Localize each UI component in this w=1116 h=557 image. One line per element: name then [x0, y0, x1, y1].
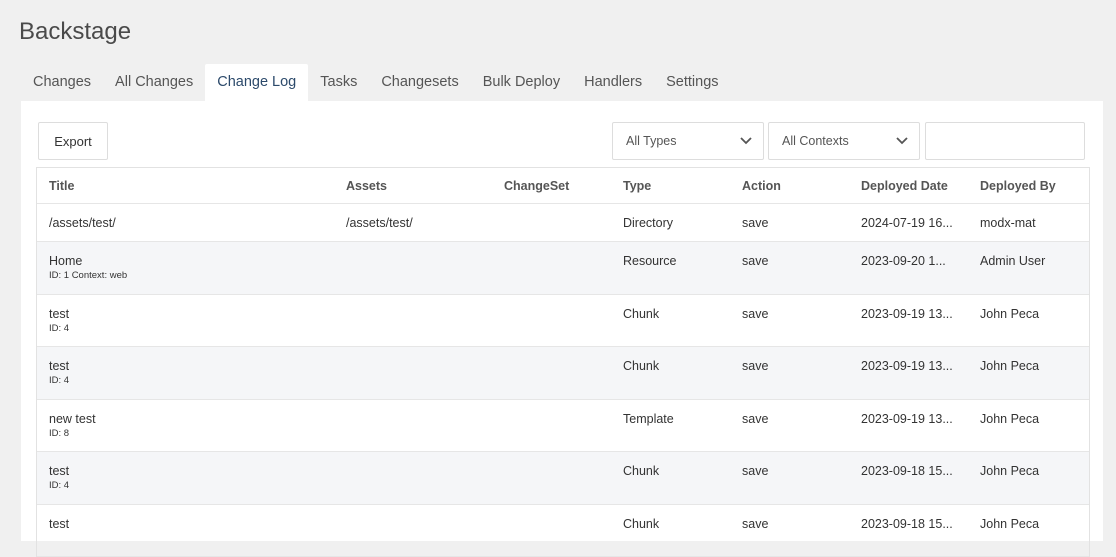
table-row[interactable]: testID: 4 Chunk save 2023-09-19 13... Jo… [37, 295, 1089, 348]
row-action: save [742, 295, 852, 322]
column-header-title[interactable]: Title [49, 168, 329, 204]
row-type: Resource [623, 242, 733, 269]
row-subtitle: ID: 1 Context: web [49, 269, 329, 283]
row-deployed-date: 2023-09-19 13... [861, 295, 956, 322]
row-subtitle: ID: 4 [49, 479, 329, 493]
row-type: Template [623, 400, 733, 427]
table-row[interactable]: testID: 4 Chunk save 2023-09-19 13... Jo… [37, 347, 1089, 400]
row-action: save [742, 505, 852, 532]
row-changeset [504, 400, 614, 411]
row-deployed-by: John Peca [980, 452, 1085, 479]
row-deployed-date: 2023-09-19 13... [861, 347, 956, 374]
row-action: save [742, 400, 852, 427]
row-changeset [504, 347, 614, 358]
row-deployed-by: Admin User [980, 242, 1085, 269]
row-changeset [504, 452, 614, 463]
tab-change-log[interactable]: Change Log [205, 64, 308, 101]
tab-bulk-deploy[interactable]: Bulk Deploy [471, 64, 572, 101]
table-row[interactable]: test Chunk save 2023-09-18 15... John Pe… [37, 505, 1089, 557]
tab-handlers[interactable]: Handlers [572, 64, 654, 101]
table-header: Title Assets ChangeSet Type Action Deplo… [37, 168, 1089, 204]
row-title: test [49, 505, 329, 532]
row-deployed-date: 2023-09-18 15... [861, 452, 956, 479]
search-input[interactable] [925, 122, 1085, 160]
tab-changes[interactable]: Changes [21, 64, 103, 101]
table-row[interactable]: new testID: 8 Template save 2023-09-19 1… [37, 400, 1089, 453]
row-changeset [504, 295, 614, 306]
row-title: /assets/test/ [49, 204, 329, 242]
row-subtitle: ID: 8 [49, 427, 329, 441]
row-subtitle: ID: 4 [49, 374, 329, 388]
tab-bar: Changes All Changes Change Log Tasks Cha… [21, 64, 731, 101]
row-title: testID: 4 [49, 452, 329, 493]
column-header-deployed-date[interactable]: Deployed Date [861, 168, 956, 204]
row-deployed-by: John Peca [980, 505, 1085, 532]
row-type: Directory [623, 204, 733, 242]
row-deployed-date: 2023-09-19 13... [861, 400, 956, 427]
row-deployed-by: modx-mat [980, 204, 1085, 242]
chevron-down-icon [739, 136, 753, 146]
row-assets [346, 400, 496, 411]
column-header-assets[interactable]: Assets [346, 168, 496, 204]
row-assets [346, 505, 496, 516]
row-assets [346, 452, 496, 463]
row-type: Chunk [623, 505, 733, 532]
context-filter-value: All Contexts [782, 134, 849, 148]
tab-changesets[interactable]: Changesets [369, 64, 470, 101]
tab-tasks[interactable]: Tasks [308, 64, 369, 101]
row-assets [346, 242, 496, 253]
column-header-type[interactable]: Type [623, 168, 733, 204]
table-row[interactable]: HomeID: 1 Context: web Resource save 202… [37, 242, 1089, 295]
row-action: save [742, 347, 852, 374]
row-subtitle: ID: 4 [49, 322, 329, 336]
tab-settings[interactable]: Settings [654, 64, 730, 101]
row-deployed-by: John Peca [980, 400, 1085, 427]
row-assets [346, 295, 496, 306]
row-changeset [504, 242, 614, 253]
context-filter-select[interactable]: All Contexts [768, 122, 920, 160]
column-header-action[interactable]: Action [742, 168, 852, 204]
type-filter-value: All Types [626, 134, 677, 148]
column-header-deployed-by[interactable]: Deployed By [980, 168, 1085, 204]
row-title: testID: 4 [49, 295, 329, 336]
row-title: new testID: 8 [49, 400, 329, 441]
row-action: save [742, 204, 852, 242]
row-deployed-by: John Peca [980, 295, 1085, 322]
row-type: Chunk [623, 452, 733, 479]
row-assets [346, 347, 496, 358]
row-title: HomeID: 1 Context: web [49, 242, 329, 283]
row-action: save [742, 242, 852, 269]
chevron-down-icon [895, 136, 909, 146]
column-header-changeset[interactable]: ChangeSet [504, 168, 614, 204]
row-changeset [504, 505, 614, 516]
row-type: Chunk [623, 347, 733, 374]
table-row[interactable]: /assets/test/ /assets/test/ Directory sa… [37, 204, 1089, 242]
row-deployed-by: John Peca [980, 347, 1085, 374]
row-action: save [742, 452, 852, 479]
row-deployed-date: 2023-09-20 1... [861, 242, 956, 269]
row-assets: /assets/test/ [346, 204, 496, 242]
type-filter-select[interactable]: All Types [612, 122, 764, 160]
change-log-panel: Export All Types All Contexts Title Asse… [21, 101, 1103, 541]
row-title: testID: 4 [49, 347, 329, 388]
row-type: Chunk [623, 295, 733, 322]
row-deployed-date: 2024-07-19 16... [861, 204, 956, 242]
tab-all-changes[interactable]: All Changes [103, 64, 205, 101]
page-title: Backstage [19, 17, 131, 47]
export-button[interactable]: Export [38, 122, 108, 160]
table-row[interactable]: testID: 4 Chunk save 2023-09-18 15... Jo… [37, 452, 1089, 505]
row-deployed-date: 2023-09-18 15... [861, 505, 956, 532]
change-log-table: Title Assets ChangeSet Type Action Deplo… [36, 167, 1090, 557]
